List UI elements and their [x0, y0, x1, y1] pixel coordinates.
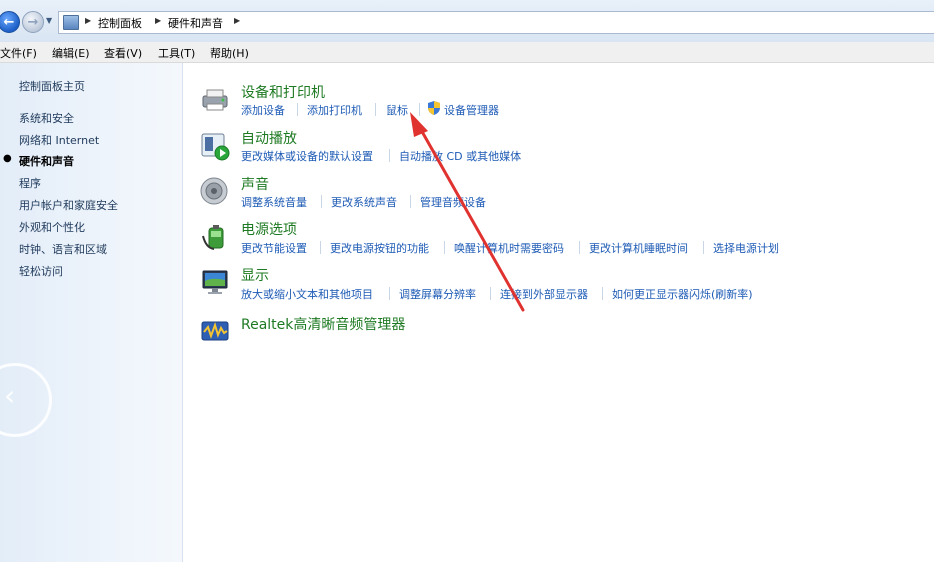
link-require-password-wake[interactable]: 唤醒计算机时需要密码 [454, 240, 564, 256]
sidebar-home-link[interactable]: 控制面板主页 [19, 78, 85, 94]
breadcrumb-hardware-sound[interactable]: 硬件和声音 [168, 15, 223, 31]
sidebar-item-system-security[interactable]: 系统和安全 [19, 110, 74, 126]
sidebar-item-programs[interactable]: 程序 [19, 175, 41, 191]
link-mouse[interactable]: 鼠标 [386, 102, 408, 118]
link-divider [410, 195, 411, 208]
link-add-device[interactable]: 添加设备 [241, 102, 285, 118]
sidebar-item-appearance[interactable]: 外观和个性化 [19, 219, 85, 235]
chevron-right-icon[interactable]: ▶ [234, 16, 240, 25]
category-title-display[interactable]: 显示 [241, 265, 269, 285]
link-divider [297, 103, 298, 116]
autoplay-icon[interactable] [200, 131, 230, 161]
realtek-icon[interactable] [200, 316, 230, 346]
link-power-button-function[interactable]: 更改电源按钮的功能 [330, 240, 429, 256]
link-fix-flicker[interactable]: 如何更正显示器闪烁(刷新率) [612, 286, 753, 302]
link-change-media-defaults[interactable]: 更改媒体或设备的默认设置 [241, 148, 373, 164]
link-divider [321, 195, 322, 208]
arrow-right-icon: → [27, 14, 39, 30]
link-divider [579, 241, 580, 254]
menu-view[interactable]: 查看(V) [104, 45, 142, 61]
link-divider [375, 103, 376, 116]
link-adjust-volume[interactable]: 调整系统音量 [241, 194, 307, 210]
link-add-printer[interactable]: 添加打印机 [307, 102, 362, 118]
decorative-chevron-left-icon: ‹ [4, 379, 16, 412]
link-divider [389, 287, 390, 300]
menu-tools[interactable]: 工具(T) [158, 45, 195, 61]
category-title-power-options[interactable]: 电源选项 [241, 219, 297, 239]
sidebar-item-network-internet[interactable]: 网络和 Internet [19, 132, 99, 148]
link-divider [419, 103, 420, 116]
sidebar-item-ease-of-access[interactable]: 轻松访问 [19, 263, 63, 279]
category-title-sound[interactable]: 声音 [241, 174, 269, 194]
sidebar-item-hardware-sound[interactable]: 硬件和声音 [19, 153, 74, 169]
link-divider [490, 287, 491, 300]
link-change-power-saving[interactable]: 更改节能设置 [241, 240, 307, 256]
arrow-left-icon: ← [3, 14, 15, 30]
control-panel-icon [63, 15, 79, 30]
category-title-realtek[interactable]: Realtek高清晰音频管理器 [241, 314, 405, 334]
chevron-right-icon[interactable]: ▶ [155, 16, 161, 25]
menu-bar: 文件(F) 编辑(E) 查看(V) 工具(T) 帮助(H) [0, 42, 934, 63]
menu-edit[interactable]: 编辑(E) [52, 45, 90, 61]
sidebar-item-clock-language[interactable]: 时钟、语言和区域 [19, 241, 107, 257]
current-bullet-icon: ● [3, 153, 12, 164]
menu-file[interactable]: 文件(F) [0, 45, 37, 61]
menu-help[interactable]: 帮助(H) [210, 45, 249, 61]
forward-button[interactable]: → [22, 11, 44, 33]
sidebar-item-user-accounts[interactable]: 用户帐户和家庭安全 [19, 197, 118, 213]
display-icon[interactable] [200, 268, 230, 298]
link-screen-resolution[interactable]: 调整屏幕分辨率 [399, 286, 476, 302]
link-divider [444, 241, 445, 254]
printer-icon[interactable] [200, 84, 230, 114]
back-button[interactable]: ← [0, 11, 20, 33]
speaker-icon[interactable] [200, 176, 230, 206]
power-icon[interactable] [200, 222, 230, 252]
link-choose-power-plan[interactable]: 选择电源计划 [713, 240, 779, 256]
sidebar: 控制面板主页 系统和安全 网络和 Internet ● 硬件和声音 程序 用户帐… [0, 63, 183, 562]
link-external-display[interactable]: 连接到外部显示器 [500, 286, 588, 302]
link-divider [602, 287, 603, 300]
link-divider [703, 241, 704, 254]
address-bar: ← → ▼ ▶ 控制面板 ▶ 硬件和声音 ▶ [0, 0, 934, 42]
link-change-system-sounds[interactable]: 更改系统声音 [331, 194, 397, 210]
link-device-manager[interactable]: 设备管理器 [444, 102, 499, 118]
link-autoplay-cd[interactable]: 自动播放 CD 或其他媒体 [399, 148, 521, 164]
breadcrumb-control-panel[interactable]: 控制面板 [98, 15, 142, 31]
category-title-autoplay[interactable]: 自动播放 [241, 128, 297, 148]
link-change-sleep-time[interactable]: 更改计算机睡眠时间 [589, 240, 688, 256]
link-text-size[interactable]: 放大或缩小文本和其他项目 [241, 286, 373, 302]
link-manage-audio-devices[interactable]: 管理音频设备 [420, 194, 486, 210]
history-dropdown-icon[interactable]: ▼ [46, 16, 52, 25]
breadcrumb[interactable]: ▶ 控制面板 ▶ 硬件和声音 ▶ [58, 11, 934, 34]
uac-shield-icon [428, 101, 440, 115]
link-divider [389, 149, 390, 162]
link-divider [320, 241, 321, 254]
chevron-right-icon[interactable]: ▶ [85, 16, 91, 25]
category-title-devices-printers[interactable]: 设备和打印机 [241, 82, 325, 102]
